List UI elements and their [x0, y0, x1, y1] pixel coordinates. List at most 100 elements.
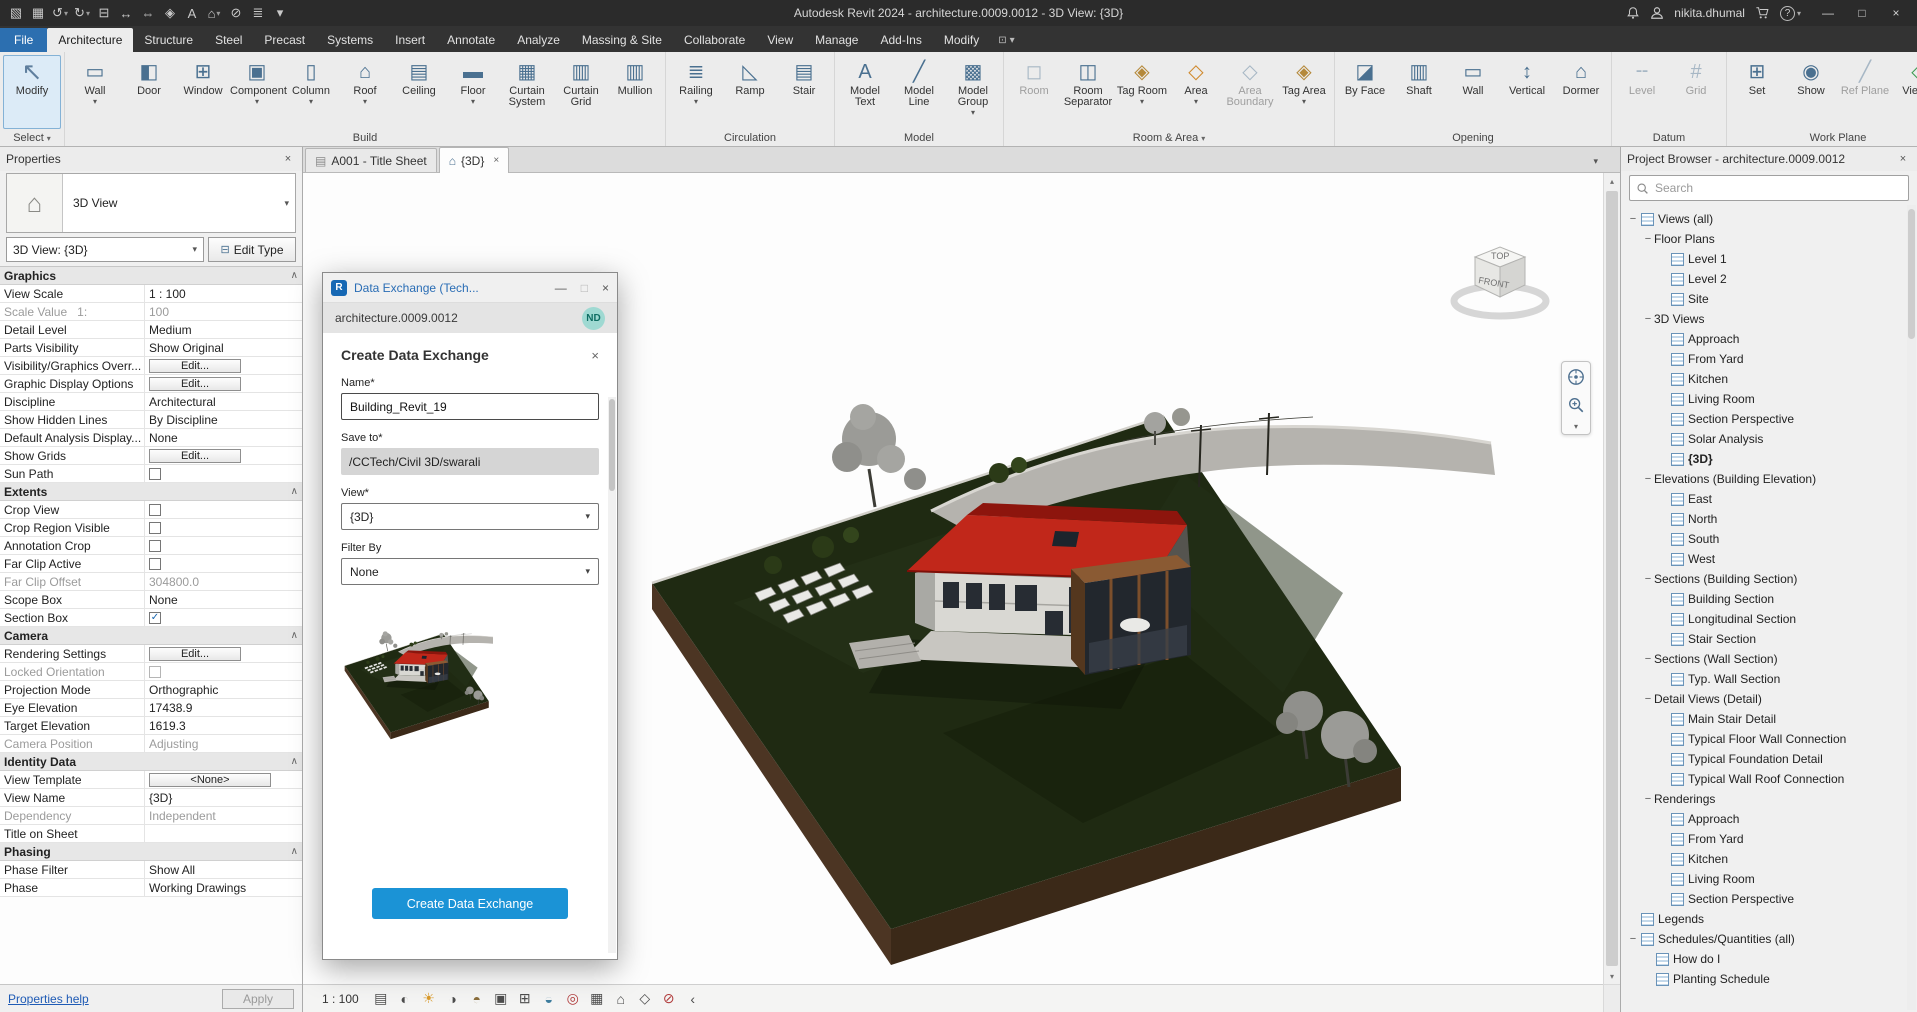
project-browser-close-icon[interactable]: ×	[1895, 153, 1911, 165]
ribbon-tab-collaborate[interactable]: Collaborate	[673, 28, 756, 52]
user-avatar[interactable]: ND	[582, 307, 605, 330]
tree-expander-icon[interactable]: −	[1627, 933, 1639, 945]
tool-build-curtain-grid[interactable]: ▥Curtain Grid▾	[554, 55, 608, 129]
thin-lines-icon[interactable]: ≣	[248, 3, 268, 23]
tool-select-modify[interactable]: ↖Modify▾	[3, 55, 61, 129]
type-selector[interactable]: ⌂ 3D View ▾	[6, 173, 296, 233]
tool-build-roof[interactable]: ⌂Roof▾	[338, 55, 392, 129]
ribbon-group-label-build[interactable]: Build	[65, 130, 665, 146]
name-input[interactable]	[341, 393, 599, 420]
tool-build-column[interactable]: ▯Column▾	[284, 55, 338, 129]
tool-room-area-tag-room[interactable]: ◈Tag Room▾	[1115, 55, 1169, 129]
browser-scrollbar-thumb[interactable]	[1908, 209, 1915, 339]
show-analytical-model-icon[interactable]: ⌂	[610, 988, 632, 1010]
ribbon-tab-architecture[interactable]: Architecture	[47, 28, 133, 52]
collapse-section-icon[interactable]: ∧	[291, 846, 298, 857]
user-account-icon[interactable]	[1650, 6, 1664, 20]
ribbon-tab-modify[interactable]: Modify	[933, 28, 990, 52]
saveto-field[interactable]: /CCTech/Civil 3D/swarali	[341, 448, 599, 475]
help-dropdown-icon[interactable]: ▾	[1797, 9, 1801, 18]
collapse-section-icon[interactable]: ∧	[291, 756, 298, 767]
tree-item-typical-floor-wall-connection[interactable]: Typical Floor Wall Connection	[1621, 729, 1917, 749]
tool-opening-vertical[interactable]: ↕Vertical▾	[1500, 55, 1554, 129]
tree-expander-icon[interactable]: −	[1642, 473, 1654, 485]
dialog-close-button[interactable]: ×	[602, 281, 609, 295]
scroll-left-icon[interactable]: ‹	[682, 988, 704, 1010]
collapse-section-icon[interactable]: ∧	[291, 486, 298, 497]
view-tab-overflow-icon[interactable]: ▾	[1593, 156, 1598, 1007]
tree-item-building-section[interactable]: Building Section	[1621, 589, 1917, 609]
tree-expander-icon[interactable]: −	[1642, 573, 1654, 585]
tree-expander-icon[interactable]: −	[1642, 793, 1654, 805]
create-data-exchange-button[interactable]: Create Data Exchange	[372, 888, 568, 919]
tree-item-typ-wall-section[interactable]: Typ. Wall Section	[1621, 669, 1917, 689]
tree-item-planting-schedule[interactable]: Planting Schedule	[1621, 969, 1917, 989]
ribbon-group-label-circulation[interactable]: Circulation	[666, 130, 834, 146]
minimize-window-button[interactable]: —	[1811, 0, 1845, 26]
ribbon-tab-massing-site[interactable]: Massing & Site	[571, 28, 673, 52]
tree-item-level-1[interactable]: Level 1	[1621, 249, 1917, 269]
redo-icon[interactable]: ↻▾	[72, 3, 92, 23]
undo-icon[interactable]: ↺▾	[50, 3, 70, 23]
tree-item-floor-plans[interactable]: −Floor Plans	[1621, 229, 1917, 249]
zoom-button[interactable]	[1563, 392, 1589, 418]
ribbon-state-toggle-icon[interactable]: ⊡ ▾	[998, 35, 1014, 52]
ribbon-group-label-room-area[interactable]: Room & Area▾	[1004, 130, 1334, 146]
instance-selector-dropdown-icon[interactable]: ▾	[192, 244, 197, 255]
ribbon-tab-analyze[interactable]: Analyze	[506, 28, 571, 52]
scrollbar-thumb[interactable]	[1606, 191, 1618, 966]
scroll-down-icon[interactable]: ▾	[1604, 968, 1620, 984]
ribbon-group-label-work-plane[interactable]: Work Plane	[1727, 130, 1917, 146]
ribbon-tab-view[interactable]: View	[756, 28, 804, 52]
username-label[interactable]: nikita.dhumal	[1674, 6, 1745, 20]
tool-build-curtain-system[interactable]: ▦Curtain System▾	[500, 55, 554, 129]
tree-item-site[interactable]: Site	[1621, 289, 1917, 309]
ribbon-tab-precast[interactable]: Precast	[253, 28, 316, 52]
section-icon[interactable]: ⊘	[226, 3, 246, 23]
temporary-view-properties-icon[interactable]: ▦	[586, 988, 608, 1010]
tree-item-approach[interactable]: Approach	[1621, 329, 1917, 349]
tree-item-east[interactable]: East	[1621, 489, 1917, 509]
store-cart-icon[interactable]	[1755, 6, 1770, 20]
ribbon-tab-steel[interactable]: Steel	[204, 28, 253, 52]
apply-button[interactable]: Apply	[222, 989, 294, 1009]
tool-room-area-room-separator[interactable]: ◫Room Separator▾	[1061, 55, 1115, 129]
dialog-titlebar[interactable]: R Data Exchange (Tech... — □ ×	[323, 273, 617, 303]
save-icon[interactable]: ▦	[28, 3, 48, 23]
property-visibility-graphics-overr-edit-button[interactable]: Edit...	[149, 359, 241, 373]
property-section-extents[interactable]: Extents∧	[0, 483, 302, 501]
text-icon[interactable]: A	[182, 3, 202, 23]
visual-style-icon[interactable]: ◐	[394, 988, 416, 1010]
tree-item-level-2[interactable]: Level 2	[1621, 269, 1917, 289]
ribbon-tab-structure[interactable]: Structure	[133, 28, 204, 52]
tree-item-section-perspective[interactable]: Section Perspective	[1621, 409, 1917, 429]
property-crop-view-checkbox[interactable]	[149, 504, 161, 516]
detail-level-icon[interactable]: ▤	[370, 988, 392, 1010]
sun-path-icon[interactable]: ☀	[418, 988, 440, 1010]
highlight-displacement-sets-icon[interactable]: ◇	[634, 988, 656, 1010]
tree-item-legends[interactable]: Legends	[1621, 909, 1917, 929]
tree-item-from-yard[interactable]: From Yard	[1621, 829, 1917, 849]
customize-quick-access-icon[interactable]: ▾	[270, 3, 290, 23]
view-tab-a001-title-sheet[interactable]: ▤A001 - Title Sheet	[305, 148, 437, 172]
tool-build-window[interactable]: ⊞Window▾	[176, 55, 230, 129]
ribbon-group-label-model[interactable]: Model	[835, 130, 1003, 146]
tree-expander-icon[interactable]: −	[1642, 693, 1654, 705]
notifications-icon[interactable]	[1626, 6, 1640, 20]
ribbon-tab-systems[interactable]: Systems	[316, 28, 384, 52]
viewcube[interactable]: TOP FRONT	[1445, 229, 1555, 339]
reveal-hidden-elements-icon[interactable]: ◎	[562, 988, 584, 1010]
property-sun-path-checkbox[interactable]	[149, 468, 161, 480]
collapse-section-icon[interactable]: ∧	[291, 270, 298, 281]
property-graphic-display-options-edit-button[interactable]: Edit...	[149, 377, 241, 391]
tree-item-living-room[interactable]: Living Room	[1621, 869, 1917, 889]
tool-build-component[interactable]: ▣Component▾	[230, 55, 284, 129]
instance-selector[interactable]: 3D View: {3D} ▾	[6, 237, 204, 262]
tree-expander-icon[interactable]: −	[1642, 653, 1654, 665]
full-navigation-wheel-button[interactable]	[1563, 364, 1589, 390]
tree-item-elevations-building-elevation[interactable]: −Elevations (Building Elevation)	[1621, 469, 1917, 489]
help-icon[interactable]: ?	[1780, 6, 1795, 21]
tool-opening-shaft[interactable]: ▥Shaft▾	[1392, 55, 1446, 129]
temporary-hide-isolate-icon[interactable]: ◒	[538, 988, 560, 1010]
ribbon-tab-add-ins[interactable]: Add-Ins	[869, 28, 932, 52]
